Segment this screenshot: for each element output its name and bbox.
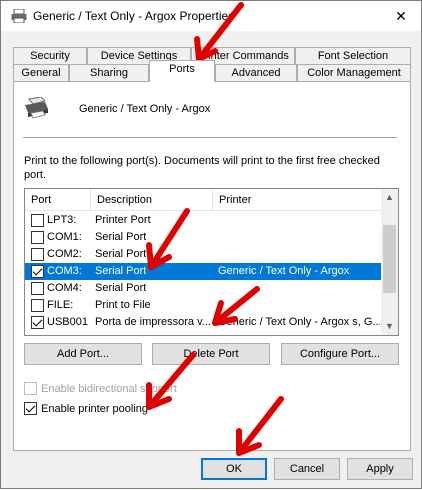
table-row[interactable]: FILE: Print to File bbox=[25, 297, 381, 314]
printer-name: Generic / Text Only - Argox bbox=[79, 103, 211, 115]
column-printer[interactable]: Printer bbox=[213, 189, 381, 211]
port-cell: COM1: bbox=[47, 231, 82, 243]
printer-cell: Generic / Text Only - Argox bbox=[218, 265, 350, 277]
table-row[interactable]: LPT3: Printer Port bbox=[25, 212, 381, 229]
tab-security[interactable]: Security bbox=[13, 47, 87, 64]
description-cell: Serial Port bbox=[95, 282, 147, 294]
close-button[interactable]: ✕ bbox=[381, 1, 421, 31]
column-port[interactable]: Port bbox=[25, 189, 91, 211]
table-row[interactable]: USB001 Porta de impressora v... Generic … bbox=[25, 314, 381, 331]
pooling-checkbox[interactable] bbox=[24, 402, 37, 415]
description-cell: Porta de impressora v... bbox=[95, 316, 211, 328]
configure-port-button[interactable]: Configure Port... bbox=[281, 343, 399, 365]
table-row[interactable]: COM2: Serial Port bbox=[25, 246, 381, 263]
bidirectional-label: Enable bidirectional support bbox=[41, 383, 177, 395]
properties-dialog: Generic / Text Only - Argox Properties ✕… bbox=[0, 0, 422, 489]
description-cell: Serial Port bbox=[95, 231, 147, 243]
tab-advanced[interactable]: Advanced bbox=[215, 64, 297, 81]
cancel-button[interactable]: Cancel bbox=[274, 458, 340, 480]
port-checkbox[interactable] bbox=[31, 248, 44, 261]
table-row[interactable]: COM4: Serial Port bbox=[25, 280, 381, 297]
description-cell: Serial Port bbox=[95, 265, 147, 277]
column-description[interactable]: Description bbox=[91, 189, 213, 211]
printer-icon bbox=[25, 97, 48, 119]
port-cell: COM3: bbox=[47, 265, 82, 277]
table-row[interactable]: COM1: Serial Port bbox=[25, 229, 381, 246]
scroll-down-icon[interactable]: ▼ bbox=[381, 318, 398, 335]
port-checkbox[interactable] bbox=[31, 265, 44, 278]
scroll-up-icon[interactable]: ▲ bbox=[381, 189, 398, 206]
port-checkbox[interactable] bbox=[31, 316, 44, 329]
separator bbox=[23, 137, 397, 138]
ok-button[interactable]: OK bbox=[201, 458, 267, 480]
bidirectional-checkbox bbox=[24, 382, 37, 395]
description-cell: Serial Port bbox=[95, 248, 147, 260]
add-port-button[interactable]: Add Port... bbox=[24, 343, 142, 365]
printer-cell: Generic / Text Only - Argox s, G... bbox=[218, 316, 380, 328]
port-checkbox[interactable] bbox=[31, 282, 44, 295]
tab-font-selection[interactable]: Font Selection bbox=[295, 47, 411, 64]
close-icon: ✕ bbox=[395, 7, 407, 24]
scroll-thumb[interactable] bbox=[383, 225, 396, 293]
description-cell: Print to File bbox=[95, 299, 151, 311]
port-cell: COM2: bbox=[47, 248, 82, 260]
port-cell: LPT3: bbox=[47, 214, 77, 226]
port-cell: USB001 bbox=[47, 316, 88, 328]
window-title: Generic / Text Only - Argox Properties bbox=[33, 9, 235, 23]
port-cell: COM4: bbox=[47, 282, 82, 294]
description-cell: Printer Port bbox=[95, 214, 151, 226]
ports-list[interactable]: Port Description Printer LPT3: Printer P… bbox=[24, 188, 399, 336]
table-row[interactable]: COM3: Serial Port Generic / Text Only - … bbox=[25, 263, 381, 280]
list-header: Port Description Printer bbox=[25, 189, 381, 211]
port-cell: FILE: bbox=[47, 299, 74, 311]
vertical-scrollbar[interactable]: ▲ ▼ bbox=[381, 189, 398, 335]
tab-color-management[interactable]: Color Management bbox=[297, 64, 411, 81]
pooling-label[interactable]: Enable printer pooling bbox=[41, 401, 148, 417]
instructions-text: Print to the following port(s). Document… bbox=[24, 155, 380, 181]
printer-icon bbox=[11, 9, 27, 23]
tab-ports[interactable]: Ports bbox=[149, 60, 215, 82]
title-bar: Generic / Text Only - Argox Properties ✕ bbox=[1, 1, 421, 31]
delete-port-button[interactable]: Delete Port bbox=[152, 343, 270, 365]
port-checkbox[interactable] bbox=[31, 299, 44, 312]
tab-general[interactable]: General bbox=[13, 64, 69, 81]
port-checkbox[interactable] bbox=[31, 231, 44, 244]
apply-button[interactable]: Apply bbox=[347, 458, 413, 480]
port-checkbox[interactable] bbox=[31, 214, 44, 227]
tab-sharing[interactable]: Sharing bbox=[69, 64, 149, 81]
